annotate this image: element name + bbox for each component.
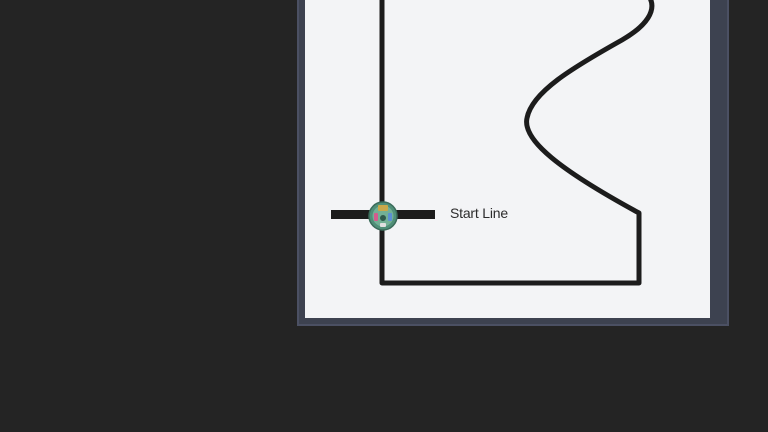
line-follower-robot-icon[interactable] bbox=[368, 201, 398, 231]
track-layer bbox=[331, 0, 655, 286]
simulation-scene: Start Line bbox=[0, 0, 768, 432]
start-line-label: Start Line bbox=[450, 205, 508, 221]
track-line bbox=[379, 0, 655, 286]
